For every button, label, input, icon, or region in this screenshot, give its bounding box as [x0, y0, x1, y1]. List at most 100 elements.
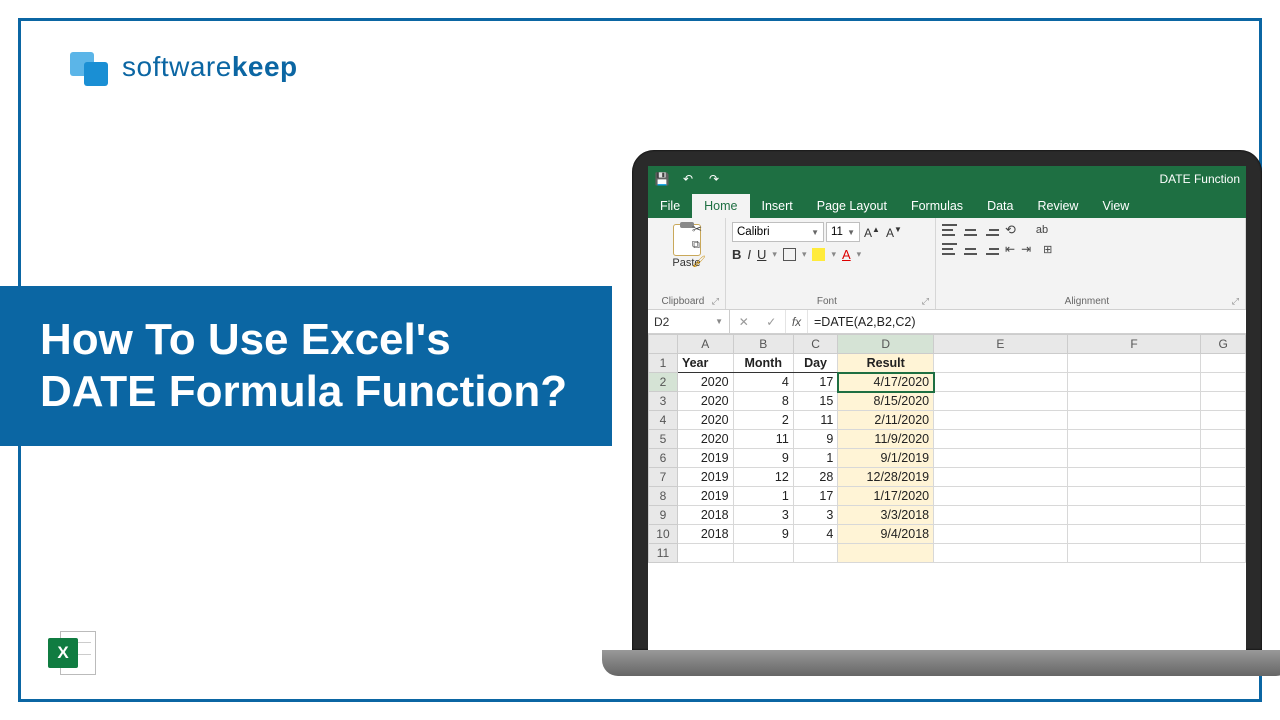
cell-F7[interactable]	[1067, 468, 1201, 487]
cell-A1[interactable]: Year	[677, 354, 733, 373]
tab-review[interactable]: Review	[1025, 194, 1090, 218]
cell-D8[interactable]: 1/17/2020	[838, 487, 934, 506]
cell-E9[interactable]	[934, 506, 1068, 525]
cell-F8[interactable]	[1067, 487, 1201, 506]
align-center-icon[interactable]	[963, 243, 978, 255]
cell-D3[interactable]: 8/15/2020	[838, 392, 934, 411]
cell-B4[interactable]: 2	[733, 411, 793, 430]
tab-data[interactable]: Data	[975, 194, 1025, 218]
cell-E11[interactable]	[934, 544, 1068, 563]
row-header-1[interactable]: 1	[649, 354, 678, 373]
col-header-D[interactable]: D	[838, 335, 934, 354]
save-icon[interactable]: 💾	[654, 171, 670, 187]
cell-D6[interactable]: 9/1/2019	[838, 449, 934, 468]
cell-B6[interactable]: 9	[733, 449, 793, 468]
row-header-6[interactable]: 6	[649, 449, 678, 468]
cell-D2[interactable]: 4/17/2020	[838, 373, 934, 392]
row-header-2[interactable]: 2	[649, 373, 678, 392]
paste-button[interactable]: Paste	[654, 222, 719, 269]
cell-C6[interactable]: 1	[793, 449, 838, 468]
cell-F10[interactable]	[1067, 525, 1201, 544]
increase-indent-icon[interactable]: ⇥	[1021, 242, 1031, 256]
cell-D10[interactable]: 9/4/2018	[838, 525, 934, 544]
cell-A2[interactable]: 2020	[677, 373, 733, 392]
cell-E3[interactable]	[934, 392, 1068, 411]
cell-G7[interactable]	[1201, 468, 1246, 487]
cell-G1[interactable]	[1201, 354, 1246, 373]
tab-formulas[interactable]: Formulas	[899, 194, 975, 218]
cell-C11[interactable]	[793, 544, 838, 563]
enter-icon[interactable]: ✓	[766, 315, 776, 329]
cell-A3[interactable]: 2020	[677, 392, 733, 411]
cell-A11[interactable]	[677, 544, 733, 563]
cell-E7[interactable]	[934, 468, 1068, 487]
cell-E6[interactable]	[934, 449, 1068, 468]
cell-G11[interactable]	[1201, 544, 1246, 563]
cell-F3[interactable]	[1067, 392, 1201, 411]
formula-bar[interactable]: =DATE(A2,B2,C2)	[808, 310, 1246, 333]
cell-E5[interactable]	[934, 430, 1068, 449]
row-header-5[interactable]: 5	[649, 430, 678, 449]
select-all-corner[interactable]	[649, 335, 678, 354]
bold-button[interactable]: B	[732, 247, 741, 262]
name-box[interactable]: D2▼	[648, 310, 730, 333]
row-header-4[interactable]: 4	[649, 411, 678, 430]
italic-button[interactable]: I	[747, 247, 751, 262]
cell-F2[interactable]	[1067, 373, 1201, 392]
orientation-icon[interactable]: ⟲	[1005, 222, 1016, 238]
cell-A4[interactable]: 2020	[677, 411, 733, 430]
cell-B3[interactable]: 8	[733, 392, 793, 411]
format-painter-icon[interactable]: 🖌	[692, 255, 706, 268]
cell-A9[interactable]: 2018	[677, 506, 733, 525]
col-header-G[interactable]: G	[1201, 335, 1246, 354]
cell-B9[interactable]: 3	[733, 506, 793, 525]
increase-font-icon[interactable]: A▲	[862, 225, 882, 240]
row-header-9[interactable]: 9	[649, 506, 678, 525]
cell-F1[interactable]	[1067, 354, 1201, 373]
wrap-text-icon[interactable]: ab	[1036, 224, 1048, 236]
cell-A6[interactable]: 2019	[677, 449, 733, 468]
cut-icon[interactable]: ✂	[692, 222, 706, 236]
cell-G8[interactable]	[1201, 487, 1246, 506]
cell-F11[interactable]	[1067, 544, 1201, 563]
row-header-7[interactable]: 7	[649, 468, 678, 487]
cell-D4[interactable]: 2/11/2020	[838, 411, 934, 430]
cell-G4[interactable]	[1201, 411, 1246, 430]
redo-icon[interactable]: ↷	[706, 171, 722, 187]
align-top-icon[interactable]	[942, 224, 957, 236]
cell-D1[interactable]: Result	[838, 354, 934, 373]
align-middle-icon[interactable]	[963, 224, 978, 236]
col-header-A[interactable]: A	[677, 335, 733, 354]
col-header-E[interactable]: E	[934, 335, 1068, 354]
cell-B5[interactable]: 11	[733, 430, 793, 449]
row-header-10[interactable]: 10	[649, 525, 678, 544]
cell-D9[interactable]: 3/3/2018	[838, 506, 934, 525]
cell-B7[interactable]: 12	[733, 468, 793, 487]
merge-icon[interactable]: ⊞	[1043, 243, 1052, 256]
cell-A8[interactable]: 2019	[677, 487, 733, 506]
copy-icon[interactable]: ⧉	[692, 239, 706, 252]
font-name-select[interactable]: Calibri▼	[732, 222, 824, 242]
border-icon[interactable]	[783, 248, 796, 261]
cell-E10[interactable]	[934, 525, 1068, 544]
cell-D7[interactable]: 12/28/2019	[838, 468, 934, 487]
col-header-B[interactable]: B	[733, 335, 793, 354]
cell-F5[interactable]	[1067, 430, 1201, 449]
cell-F6[interactable]	[1067, 449, 1201, 468]
underline-button[interactable]: U	[757, 247, 766, 262]
row-header-3[interactable]: 3	[649, 392, 678, 411]
align-right-icon[interactable]	[984, 243, 999, 255]
row-header-8[interactable]: 8	[649, 487, 678, 506]
decrease-font-icon[interactable]: A▼	[884, 225, 904, 240]
fill-color-icon[interactable]	[812, 248, 825, 261]
cell-C10[interactable]: 4	[793, 525, 838, 544]
cell-A10[interactable]: 2018	[677, 525, 733, 544]
align-left-icon[interactable]	[942, 243, 957, 255]
cell-E8[interactable]	[934, 487, 1068, 506]
cell-B1[interactable]: Month	[733, 354, 793, 373]
cell-C5[interactable]: 9	[793, 430, 838, 449]
tab-insert[interactable]: Insert	[750, 194, 805, 218]
cell-D11[interactable]	[838, 544, 934, 563]
cell-C2[interactable]: 17	[793, 373, 838, 392]
cell-G10[interactable]	[1201, 525, 1246, 544]
